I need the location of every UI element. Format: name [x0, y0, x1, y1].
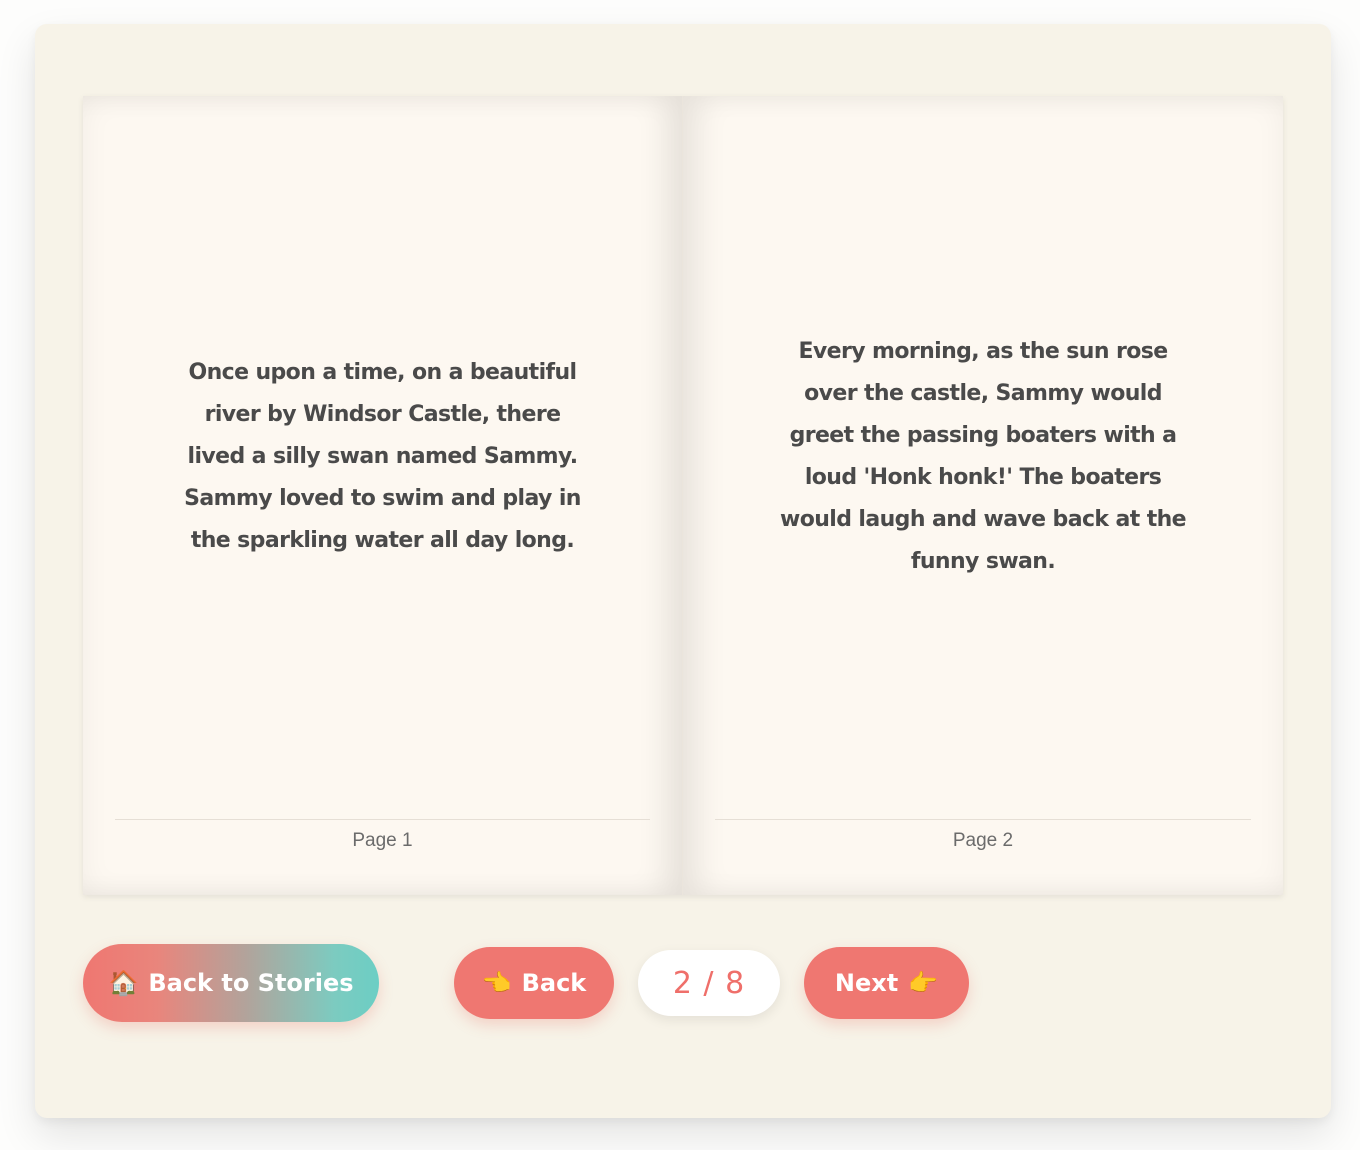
open-book: Once upon a time, on a beautiful river b… [83, 96, 1283, 895]
page-text: Once upon a time, on a beautiful river b… [184, 360, 581, 553]
previous-page-label: Back [521, 969, 587, 997]
pointing-right-icon: 👉 [908, 969, 939, 997]
page-text: Every morning, as the sun rose over the … [779, 339, 1187, 574]
page-counter: 2 / 8 [638, 950, 780, 1016]
back-to-stories-button[interactable]: 🏠 Back to Stories [83, 944, 379, 1022]
pointing-left-icon: 👈 [481, 969, 512, 997]
page-number: Page 2 [715, 819, 1251, 852]
previous-page-button[interactable]: 👈 Back [454, 947, 614, 1019]
left-page: Once upon a time, on a beautiful river b… [83, 96, 683, 895]
next-page-button[interactable]: Next 👉 [804, 947, 969, 1019]
story-reader: Once upon a time, on a beautiful river b… [35, 24, 1331, 1118]
back-to-stories-label: Back to Stories [148, 969, 354, 997]
right-page: Every morning, as the sun rose over the … [683, 96, 1283, 895]
house-icon: 🏠 [108, 969, 139, 997]
page-number: Page 1 [115, 819, 650, 852]
next-page-label: Next [834, 969, 899, 997]
